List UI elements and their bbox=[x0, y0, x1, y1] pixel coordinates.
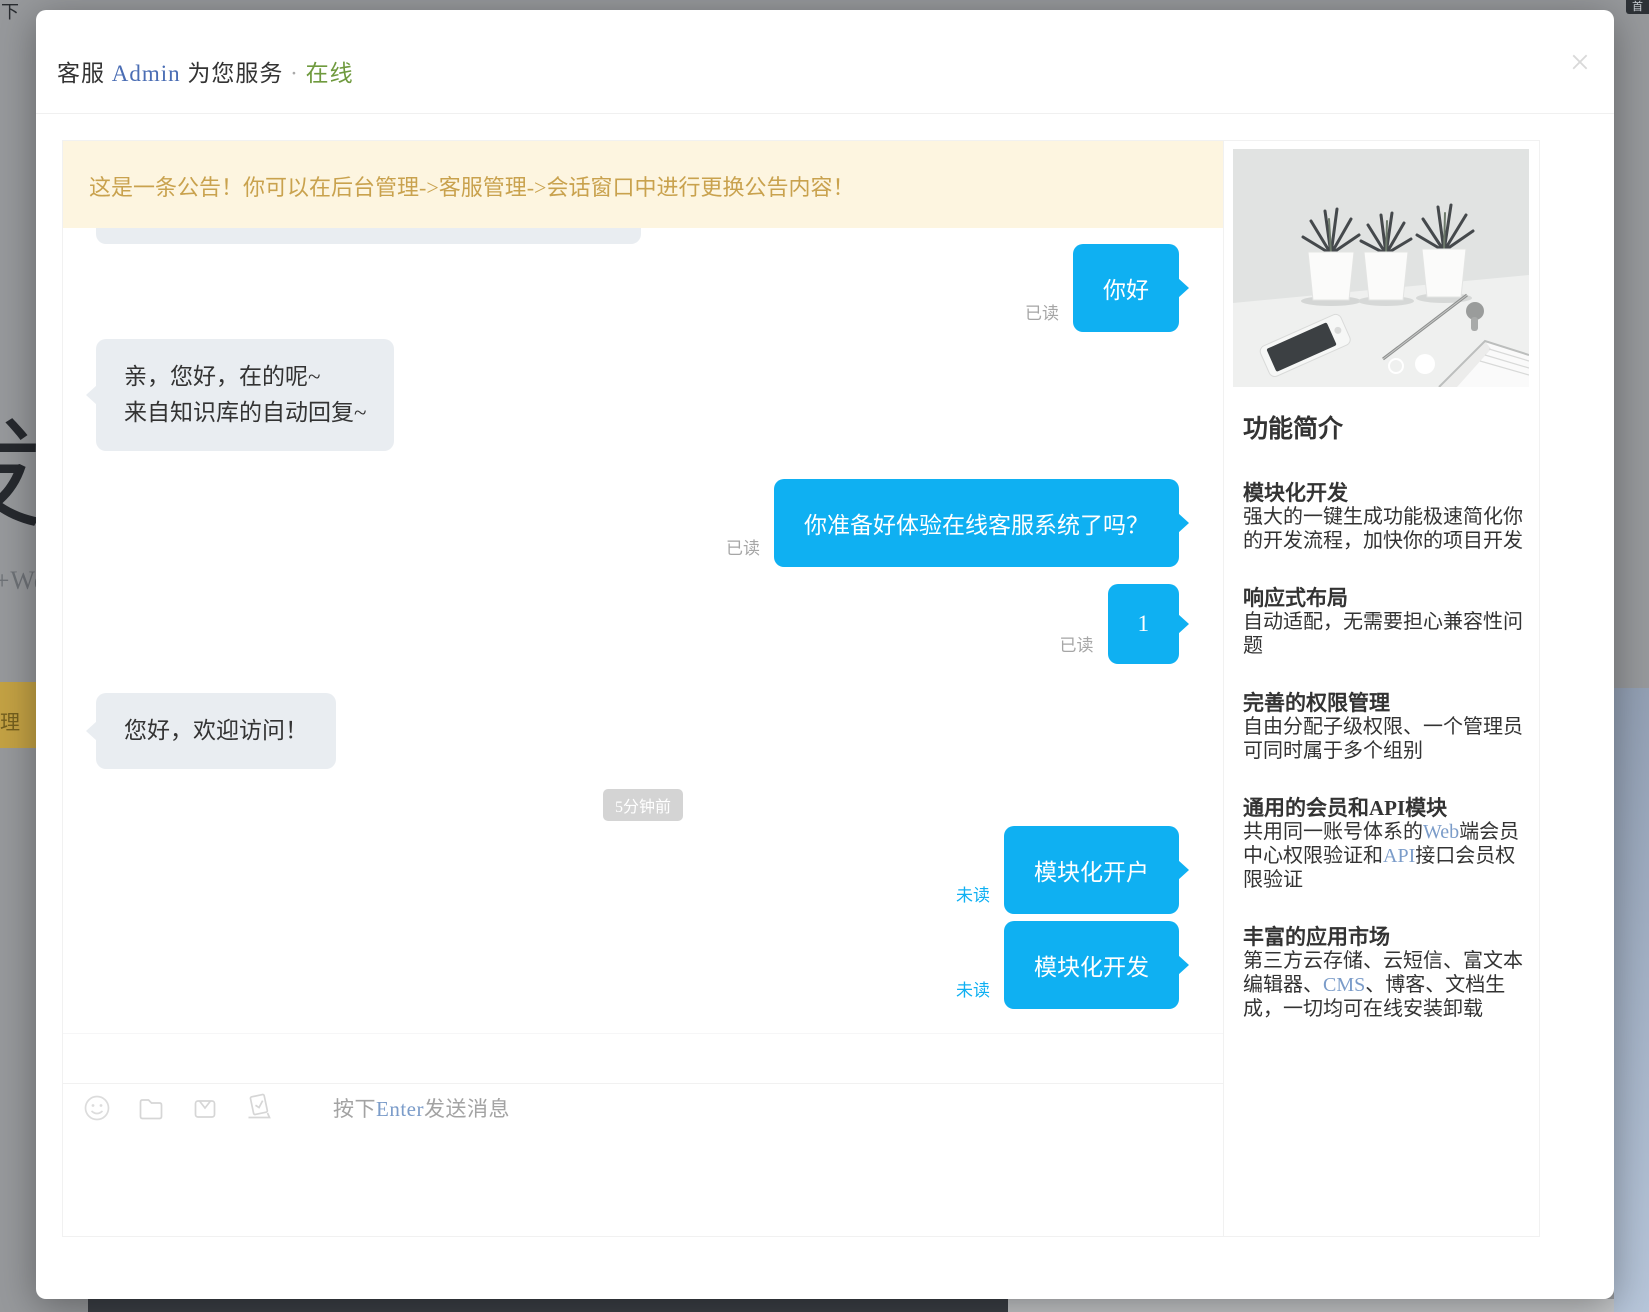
read-status: 已读 bbox=[1025, 299, 1059, 324]
composer-toolbar: 按下Enter发送消息 bbox=[81, 1092, 510, 1124]
close-icon[interactable]: × bbox=[1570, 44, 1590, 80]
feature-desc: 自动适配，无需要担心兼容性问题 bbox=[1243, 610, 1530, 658]
background-top-right-icon: 首 bbox=[1626, 0, 1649, 14]
announcement-banner: 这是一条公告！你可以在后台管理->客服管理->会话窗口中进行更换公告内容！ bbox=[63, 141, 1223, 228]
feature-desc: 自由分配子级权限、一个管理员可同时属于多个组别 bbox=[1243, 715, 1530, 763]
message-row: 已读 你准备好体验在线客服系统了吗？ bbox=[63, 479, 1223, 567]
sidebar-body: 功能简介 模块化开发 强大的一键生成功能极速简化你的开发流程，加快你的项目开发 … bbox=[1243, 409, 1530, 1054]
feature-desc: 第三方云存储、云短信、富文本编辑器、CMS、博客、文档生成，一切均可在线安装卸载 bbox=[1243, 949, 1530, 1021]
chat-bubble-sent: 模块化开发 bbox=[1004, 921, 1179, 1009]
dialog-header: 客服 Admin 为您服务 · 在线 × bbox=[36, 10, 1614, 114]
folder-icon[interactable] bbox=[135, 1092, 167, 1124]
feature-section: 完善的权限管理 自由分配子级权限、一个管理员可同时属于多个组别 bbox=[1243, 691, 1530, 763]
emoji-icon[interactable] bbox=[81, 1092, 113, 1124]
feature-section: 响应式布局 自动适配，无需要担心兼容性问题 bbox=[1243, 586, 1530, 658]
carousel-dot-active[interactable] bbox=[1415, 354, 1435, 374]
message-row: 已读 你好 bbox=[63, 244, 1223, 332]
message-input[interactable]: 按下Enter发送消息 bbox=[333, 1093, 510, 1123]
info-sidebar: 功能简介 模块化开发 强大的一键生成功能极速简化你的开发流程，加快你的项目开发 … bbox=[1223, 141, 1541, 1236]
announcement-text: 这是一条公告！你可以在后台管理->客服管理->会话窗口中进行更换公告内容！ bbox=[89, 170, 854, 202]
chat-bubble-sent: 1 bbox=[1108, 584, 1180, 664]
feature-title: 通用的会员和API模块 bbox=[1243, 796, 1530, 820]
message-row: 亲，您好，在的呢~ 来自知识库的自动回复~ bbox=[63, 339, 1223, 451]
feature-title: 丰富的应用市场 bbox=[1243, 925, 1530, 949]
unread-status: 未读 bbox=[956, 881, 990, 906]
sidebar-heading: 功能简介 bbox=[1243, 409, 1530, 445]
read-status: 已读 bbox=[1060, 631, 1094, 656]
background-text-fragment: 下 bbox=[1, 0, 19, 24]
feature-section: 模块化开发 强大的一键生成功能极速简化你的开发流程，加快你的项目开发 bbox=[1243, 481, 1530, 553]
sidebar-carousel-image bbox=[1233, 149, 1529, 387]
message-row: 已读 1 bbox=[63, 584, 1223, 664]
chat-bubble-received: 亲，您好，在的呢~ 来自知识库的自动回复~ bbox=[96, 339, 394, 451]
feature-title: 模块化开发 bbox=[1243, 481, 1530, 505]
dialog-content: 这是一条公告！你可以在后台管理->客服管理->会话窗口中进行更换公告内容！ 已读… bbox=[62, 140, 1540, 1237]
chat-bubble-sent: 你好 bbox=[1073, 244, 1179, 332]
message-row: 未读 模块化开户 bbox=[63, 826, 1223, 914]
feature-desc: 共用同一账号体系的Web端会员中心权限验证和API接口会员权限验证 bbox=[1243, 820, 1530, 892]
carousel-dot-inactive[interactable] bbox=[1388, 358, 1404, 374]
feature-title: 响应式布局 bbox=[1243, 586, 1530, 610]
timestamp-badge: 5分钟前 bbox=[603, 789, 683, 821]
composer[interactable]: 按下Enter发送消息 bbox=[63, 1083, 1223, 1239]
chat-bubble-sent: 模块化开户 bbox=[1004, 826, 1179, 914]
background-footer-light bbox=[1008, 1299, 1614, 1312]
chat-dialog: 客服 Admin 为您服务 · 在线 × 这是一条公告！你可以在后台管理->客服… bbox=[36, 10, 1614, 1299]
feature-section: 丰富的应用市场 第三方云存储、云短信、富文本编辑器、CMS、博客、文档生成，一切… bbox=[1243, 925, 1530, 1021]
message-list[interactable]: 已读 你好 亲，您好，在的呢~ 来自知识库的自动回复~ 已读 你准备好体验在线客… bbox=[63, 228, 1223, 1034]
dialog-title: 客服 Admin 为您服务 · 在线 bbox=[57, 54, 354, 88]
time-divider: 5分钟前 bbox=[63, 789, 1223, 821]
background-gold-button: 理 bbox=[0, 682, 36, 748]
screen: 下 首 发 PHP+Web 理 客服 Admin 为您服务 · 在线 × 这是一… bbox=[0, 0, 1649, 1312]
bag-icon[interactable] bbox=[189, 1092, 221, 1124]
evaluate-icon[interactable] bbox=[243, 1092, 275, 1124]
message-row: 未读 模块化开发 bbox=[63, 921, 1223, 1009]
chat-bubble-sent: 你准备好体验在线客服系统了吗？ bbox=[774, 479, 1179, 567]
chat-bubble-received: 您好，欢迎访问！ bbox=[96, 693, 336, 769]
feature-title: 完善的权限管理 bbox=[1243, 691, 1530, 715]
feature-section: 通用的会员和API模块 共用同一账号体系的Web端会员中心权限验证和API接口会… bbox=[1243, 796, 1530, 892]
unread-status: 未读 bbox=[956, 976, 990, 1001]
chat-panel: 这是一条公告！你可以在后台管理->客服管理->会话窗口中进行更换公告内容！ 已读… bbox=[63, 141, 1223, 1236]
message-row: 您好，欢迎访问！ bbox=[63, 693, 1223, 769]
feature-desc: 强大的一键生成功能极速简化你的开发流程，加快你的项目开发 bbox=[1243, 505, 1530, 553]
read-status: 已读 bbox=[726, 534, 760, 559]
background-right-image bbox=[1614, 688, 1649, 1312]
